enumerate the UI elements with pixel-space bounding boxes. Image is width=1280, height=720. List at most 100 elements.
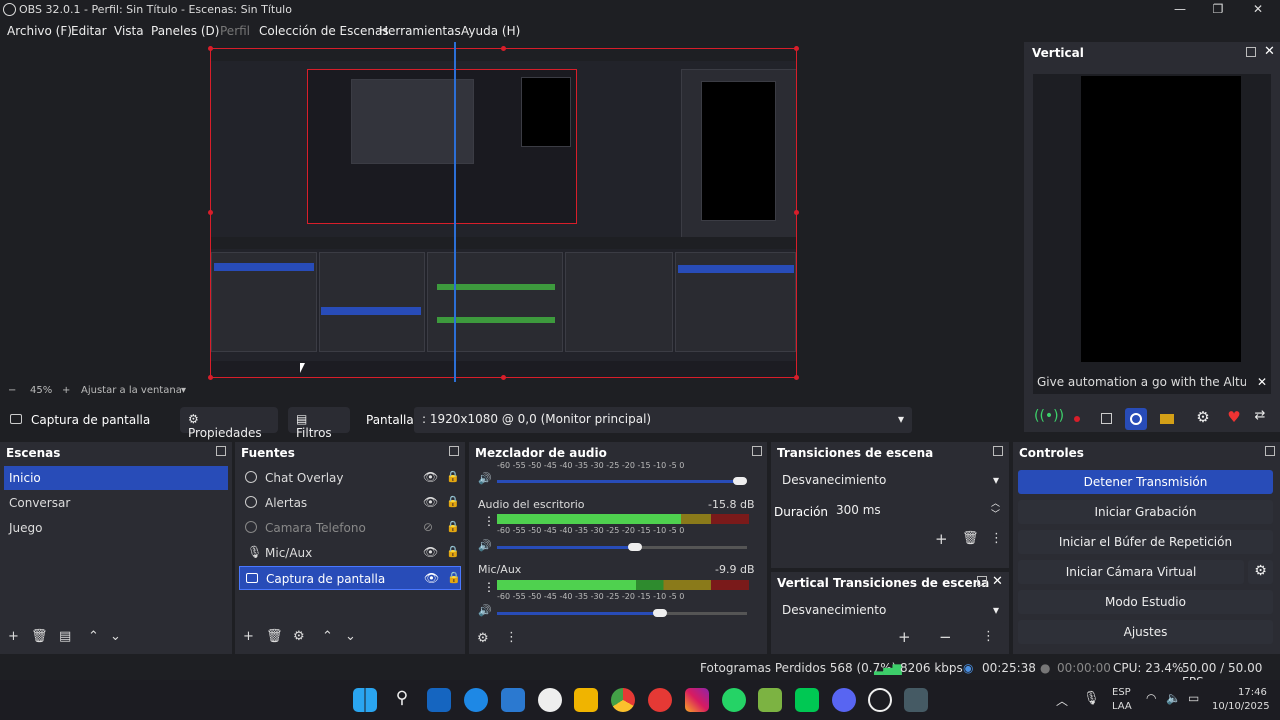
eye-off-icon[interactable]: ⊘	[423, 520, 433, 534]
menu-herramientas[interactable]: Herramientas	[379, 24, 461, 38]
instagram-icon[interactable]	[685, 688, 709, 712]
obs-icon[interactable]	[868, 688, 892, 712]
mixer-settings-icon[interactable]: ⚙	[477, 631, 489, 646]
menu-editar[interactable]: Editar	[71, 24, 107, 38]
resize-handle-bl[interactable]	[208, 375, 213, 380]
close-icon[interactable]: ✕	[1264, 44, 1275, 59]
resize-handle-r[interactable]	[794, 210, 799, 215]
trash-icon[interactable]: 🗑	[266, 629, 283, 644]
add-icon[interactable]: +	[935, 530, 948, 548]
more-vertical-icon[interactable]: ⋮	[483, 580, 495, 594]
edge-icon[interactable]	[464, 688, 488, 712]
settings-button[interactable]: Ajustes	[1018, 620, 1273, 644]
maximize-button[interactable]: ❐	[1208, 2, 1228, 18]
stream-icon[interactable]: ((•))	[1034, 408, 1064, 430]
heart-icon[interactable]: ♥	[1223, 408, 1245, 430]
spin-icon[interactable]: ︿ ﹀	[991, 499, 1000, 521]
start-replay-buffer-button[interactable]: Iniciar el Búfer de Repetición	[1018, 530, 1273, 554]
chrome-icon[interactable]	[611, 688, 635, 712]
trash-icon[interactable]: 🗑	[962, 531, 979, 546]
resize-handle-t[interactable]	[501, 46, 506, 51]
speaker-icon[interactable]: 🔊	[478, 604, 492, 617]
source-item-camara-telefono[interactable]: Camara Telefono ⊘ 🔒	[239, 516, 461, 540]
microphone-icon[interactable]: 🎙	[1083, 691, 1100, 706]
remove-icon[interactable]: −	[939, 628, 952, 646]
studio-mode-button[interactable]: Modo Estudio	[1018, 590, 1273, 614]
chat-icon[interactable]: ⇄	[1249, 408, 1271, 430]
speaker-icon[interactable]: 🔊	[478, 472, 492, 485]
language[interactable]: ESP	[1112, 687, 1131, 698]
scene-item-conversar[interactable]: Conversar	[4, 491, 228, 515]
resize-handle-b[interactable]	[501, 375, 506, 380]
lock-icon[interactable]: 🔒	[446, 470, 460, 483]
folder-icon[interactable]	[574, 688, 598, 712]
resize-handle-l[interactable]	[208, 210, 213, 215]
outlook-icon[interactable]	[427, 688, 451, 712]
menu-archivo[interactable]: Archivo (F)	[7, 24, 72, 38]
source-item-chat-overlay[interactable]: Chat Overlay 👁 🔒	[239, 466, 461, 490]
filters-button[interactable]: ▤ Filtros	[288, 407, 350, 440]
float-icon[interactable]	[1246, 47, 1256, 57]
media-player-icon[interactable]	[648, 688, 672, 712]
vertical-preview[interactable]	[1033, 74, 1271, 394]
scene-item-inicio[interactable]: Inicio	[4, 466, 228, 490]
menu-paneles[interactable]: Paneles (D)	[151, 24, 219, 38]
speaker-icon[interactable]: 🔊	[478, 539, 492, 552]
menu-coleccion-escenas[interactable]: Colección de Escenas	[259, 24, 389, 38]
source-item-captura-pantalla[interactable]: Captura de pantalla 👁 🔒	[239, 566, 461, 590]
more-vertical-icon[interactable]: ⋮	[505, 630, 518, 645]
whatsapp-icon[interactable]	[722, 688, 746, 712]
start-recording-button[interactable]: Iniciar Grabación	[1018, 500, 1273, 524]
float-icon[interactable]	[216, 446, 226, 456]
close-button[interactable]: ✕	[1248, 2, 1268, 18]
arrow-up-icon[interactable]: ⌃	[88, 629, 99, 644]
gear-icon[interactable]: ⚙	[293, 629, 305, 644]
float-icon[interactable]	[1265, 446, 1275, 456]
eye-icon[interactable]: 👁	[423, 495, 438, 509]
resize-handle-br[interactable]	[794, 375, 799, 380]
vertical-transition-select[interactable]: Desvanecimiento ▾	[775, 599, 1007, 623]
float-icon[interactable]	[977, 576, 987, 586]
resize-handle-tr[interactable]	[794, 46, 799, 51]
volume-knob[interactable]	[653, 609, 667, 617]
clock-icon[interactable]	[538, 688, 562, 712]
zoom-fit-label[interactable]: Ajustar a la ventana	[81, 385, 182, 396]
studio-mode-icon[interactable]	[1156, 408, 1178, 430]
arrow-down-icon[interactable]: ⌄	[110, 629, 121, 644]
discord-icon[interactable]	[832, 688, 856, 712]
windows-start-icon[interactable]	[353, 688, 377, 712]
clock-time[interactable]: 17:46	[1238, 687, 1267, 698]
menu-vista[interactable]: Vista	[114, 24, 144, 38]
square-icon[interactable]	[1096, 408, 1118, 430]
chevron-down-icon[interactable]: ▾	[181, 385, 186, 396]
volume-icon[interactable]: 🔈	[1166, 691, 1181, 705]
menu-ayuda[interactable]: Ayuda (H)	[461, 24, 520, 38]
clear-text-button[interactable]: ✕	[1257, 375, 1267, 389]
float-icon[interactable]	[752, 446, 762, 456]
close-icon[interactable]: ✕	[992, 574, 1003, 589]
eye-icon[interactable]: 👁	[424, 571, 439, 585]
minimize-button[interactable]: —	[1170, 2, 1190, 18]
zoom-out-button[interactable]: −	[8, 385, 16, 396]
kick-icon[interactable]	[795, 688, 819, 712]
volume-knob[interactable]	[733, 477, 747, 485]
source-item-alertas[interactable]: Alertas 👁 🔒	[239, 491, 461, 515]
lock-icon[interactable]: 🔒	[446, 495, 460, 508]
transition-select[interactable]: Desvanecimiento ▾	[775, 469, 1007, 493]
duration-input[interactable]: 300 ms ︿ ﹀	[830, 499, 1005, 523]
filter-icon[interactable]: ▤	[59, 629, 71, 644]
clock-date[interactable]: 10/10/2025	[1212, 701, 1270, 712]
vertical-text-input[interactable]: Give automation a go with the Altum App	[1033, 370, 1246, 394]
keyboard-layout[interactable]: LAA	[1112, 701, 1132, 712]
search-icon[interactable]: ⚲	[390, 688, 414, 712]
start-virtual-camera-button[interactable]: Iniciar Cámara Virtual	[1018, 560, 1244, 584]
gear-icon[interactable]: ⚙	[1192, 408, 1214, 430]
arrow-up-icon[interactable]: ⌃	[322, 629, 333, 644]
lock-icon[interactable]: 🔒	[446, 545, 460, 558]
battery-icon[interactable]: ▭	[1188, 691, 1199, 705]
store-icon[interactable]	[501, 688, 525, 712]
source-item-mic-aux[interactable]: 🎙 Mic/Aux 👁 🔒	[239, 541, 461, 565]
float-icon[interactable]	[449, 446, 459, 456]
app-icon[interactable]	[904, 688, 928, 712]
display-select[interactable]: : 1920x1080 @ 0,0 (Monitor principal) ▾	[414, 407, 912, 433]
